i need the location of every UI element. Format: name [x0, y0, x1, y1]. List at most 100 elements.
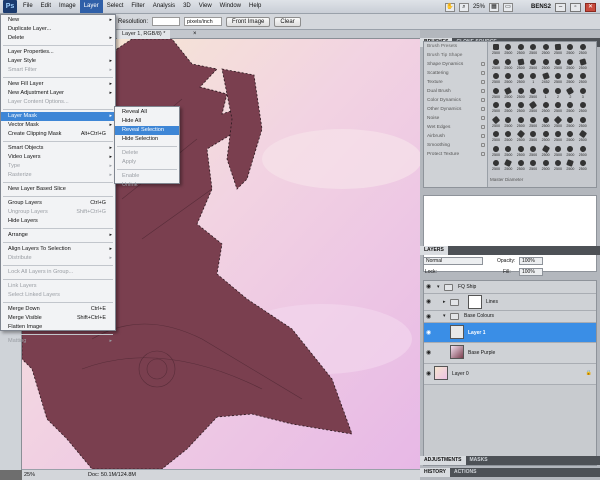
menu-help[interactable]: Help: [245, 0, 265, 13]
close-icon[interactable]: ×: [193, 30, 197, 39]
tab-layers[interactable]: LAYERS: [420, 246, 448, 255]
brush-preset[interactable]: 2500: [577, 145, 589, 158]
eye-icon[interactable]: ◉: [426, 314, 434, 320]
layer-menu-item-layer-mask[interactable]: Layer Mask ▸: [1, 112, 115, 121]
lock-icon[interactable]: [481, 89, 485, 93]
layer-menu-item-hide-layers[interactable]: Hide Layers: [1, 217, 115, 226]
brush-preset[interactable]: 2500: [515, 43, 527, 56]
brush-preset[interactable]: 2500: [502, 86, 514, 100]
brush-preset[interactable]: 2500: [552, 158, 564, 172]
lock-icon[interactable]: [481, 134, 485, 138]
lock-icon[interactable]: [481, 116, 485, 120]
menu-select[interactable]: Select: [103, 0, 128, 13]
fill-input[interactable]: 100%: [519, 268, 543, 276]
opacity-input[interactable]: 100%: [519, 257, 543, 265]
brush-preset[interactable]: 2500: [502, 130, 514, 143]
layer-menu-item-vector-mask[interactable]: Vector Mask ▸: [1, 121, 115, 130]
layer-row-base-colours[interactable]: ◉ ▾ Base Colours: [424, 311, 596, 323]
brush-preset[interactable]: 2500: [540, 129, 552, 143]
brush-preset[interactable]: 2500: [515, 101, 527, 114]
brush-option-protect-texture[interactable]: Protect Texture: [424, 150, 487, 159]
brush-preset[interactable]: 2500: [515, 86, 527, 100]
brush-preset[interactable]: 2500: [527, 87, 539, 100]
layer-thumbnail[interactable]: [450, 345, 464, 359]
brush-preset[interactable]: 2500: [502, 144, 514, 158]
brush-option-smoothing[interactable]: Smoothing: [424, 141, 487, 150]
lock-icon[interactable]: [481, 107, 485, 111]
brush-preset[interactable]: 2500: [527, 57, 539, 71]
brush-preset[interactable]: 2500: [552, 43, 564, 56]
brush-preset[interactable]: 2500: [540, 42, 552, 56]
eye-icon[interactable]: ◉: [426, 371, 434, 377]
brush-preset[interactable]: 2500: [564, 159, 576, 172]
minimize-button[interactable]: –: [555, 2, 566, 12]
hand-tool-icon[interactable]: ✋: [444, 2, 455, 12]
resolution-input[interactable]: [152, 17, 181, 26]
workspace-label[interactable]: BENS2: [531, 4, 551, 10]
brush-preset[interactable]: 2500: [490, 86, 502, 100]
maximize-button[interactable]: ▫: [570, 2, 581, 12]
layer-menu-item-new[interactable]: New ▸: [1, 16, 115, 25]
document-tab-title[interactable]: Layer 1, RGB/8) *: [117, 30, 171, 39]
menu-edit[interactable]: Edit: [37, 0, 55, 13]
brush-preset[interactable]: 2500: [577, 115, 589, 129]
brush-preset[interactable]: 2500: [564, 72, 576, 85]
tab-adjustments[interactable]: ADJUSTMENTS: [420, 456, 466, 465]
zoom-tool-icon[interactable]: ⌕: [458, 2, 469, 12]
layer-menu-item-video-layers[interactable]: Video Layers ▸: [1, 153, 115, 162]
brush-option-brush-tip-shape[interactable]: Brush Tip Shape: [424, 51, 487, 60]
menu-layer[interactable]: Layer: [79, 0, 103, 13]
front-image-button[interactable]: Front Image: [226, 16, 271, 27]
layer-thumbnail[interactable]: [434, 366, 448, 380]
brush-preset[interactable]: 2500: [515, 58, 527, 71]
brush-preset[interactable]: 2500: [540, 101, 552, 114]
brush-preset[interactable]: 1: [540, 86, 552, 100]
brush-preset[interactable]: 2500: [515, 129, 527, 143]
brush-preset[interactable]: 2500: [540, 159, 552, 172]
menu-image[interactable]: Image: [55, 0, 80, 13]
brush-preset[interactable]: 2500: [564, 57, 576, 71]
layer-menu-item-new-layer-based-slice[interactable]: New Layer Based Slice: [1, 185, 115, 194]
close-button[interactable]: ✕: [585, 2, 596, 12]
brush-preset[interactable]: 1: [527, 72, 539, 85]
brush-preset[interactable]: 2500: [527, 43, 539, 56]
menu-window[interactable]: Window: [216, 0, 245, 13]
brush-preset[interactable]: 2500: [564, 116, 576, 129]
brush-option-other-dynamics[interactable]: Other Dynamics: [424, 105, 487, 114]
layer-mask-thumbnail[interactable]: [468, 295, 482, 309]
brush-option-texture[interactable]: Texture: [424, 78, 487, 87]
layer-menu-item-delete[interactable]: Delete ▸: [1, 34, 115, 43]
brush-preset[interactable]: 2500: [577, 57, 589, 71]
eye-icon[interactable]: ◉: [426, 350, 434, 356]
layer-menu-item-layer-properties[interactable]: Layer Properties...: [1, 48, 115, 57]
layer-menu-item-create-clipping-mask[interactable]: Create Clipping Mask Alt+Ctrl+G: [1, 130, 115, 139]
lock-icon[interactable]: [481, 62, 485, 66]
layer-menu-item-new-adjustment-layer[interactable]: New Adjustment Layer ▸: [1, 89, 115, 98]
brush-preset[interactable]: 2500: [502, 72, 514, 85]
layer-mask-item-reveal-selection[interactable]: Reveal Selection: [115, 126, 179, 135]
brush-preset[interactable]: 2500: [502, 159, 514, 172]
chevron-down-icon[interactable]: ▾: [437, 284, 440, 290]
brush-preset[interactable]: 2500: [577, 129, 589, 143]
layer-menu-item-new-fill-layer[interactable]: New Fill Layer ▸: [1, 80, 115, 89]
layer-mask-item-reveal-all[interactable]: Reveal All: [115, 108, 179, 117]
menu-view[interactable]: View: [195, 0, 216, 13]
brush-preset[interactable]: 2: [564, 86, 576, 100]
brush-preset[interactable]: 2500: [490, 158, 502, 172]
tab-history[interactable]: HISTORY: [420, 468, 450, 477]
brush-preset[interactable]: 2500: [490, 145, 502, 158]
brush-option-scattering[interactable]: Scattering: [424, 69, 487, 78]
lock-icon[interactable]: [481, 80, 485, 84]
layer-row-layer-0[interactable]: ◉ Layer 0 🔒: [424, 364, 596, 385]
brush-preset[interactable]: 2500: [564, 130, 576, 143]
brush-option-noise[interactable]: Noise: [424, 114, 487, 123]
layer-menu-item-smart-objects[interactable]: Smart Objects ▸: [1, 144, 115, 153]
zoom-display[interactable]: 25%: [473, 4, 485, 10]
blend-mode-select[interactable]: Normal: [423, 257, 483, 265]
brush-preset[interactable]: 2500: [490, 101, 502, 114]
brush-preset[interactable]: 2500: [515, 159, 527, 172]
screen-mode-icon[interactable]: ▭: [502, 2, 513, 12]
brush-option-color-dynamics[interactable]: Color Dynamics: [424, 96, 487, 105]
layer-menu-item-group-layers[interactable]: Group Layers Ctrl+G: [1, 199, 115, 208]
menu-file[interactable]: File: [19, 0, 37, 13]
